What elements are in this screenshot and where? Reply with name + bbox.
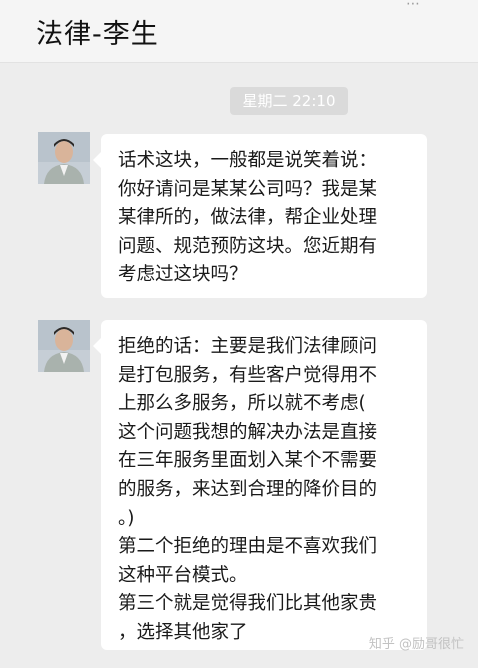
- message-line: 上那么多服务，所以就不考虑(: [118, 393, 366, 415]
- contact-avatar-icon: [38, 320, 90, 372]
- message-line: 的服务，来达到合理的降价目的: [118, 478, 378, 500]
- message-line: 这个问题我想的解决办法是直接: [118, 421, 378, 443]
- message-bubble: 拒绝的话：主要是我们法律顾问 是打包服务，有些客户觉得用不 上那么多服务，所以就…: [93, 320, 427, 650]
- contact-avatar[interactable]: [38, 132, 90, 184]
- chat-title: 法律-李生: [36, 19, 159, 50]
- contact-avatar[interactable]: [38, 320, 90, 372]
- more-dots-icon[interactable]: ⋯: [406, 0, 420, 12]
- message-line: 这种平台模式。: [118, 564, 248, 586]
- message-line: 你好请问是某某公司吗？我是某: [118, 178, 378, 200]
- message-line: 第三个就是觉得我们比其他家贵: [118, 593, 378, 615]
- watermark-text: 知乎 @励哥很忙: [368, 637, 464, 652]
- chat-header: 法律-李生 ⋯: [0, 0, 478, 63]
- message-line: 话术这块，一般都是说笑着说：: [118, 150, 378, 171]
- message-timestamp: 星期二 22:10: [230, 87, 348, 115]
- contact-avatar-icon: [38, 132, 90, 184]
- message-line: 问题、规范预防这块。您近期有: [118, 235, 378, 257]
- message-line: 某律所的，做法律，帮企业处理: [118, 207, 378, 229]
- message-line: 。): [118, 507, 135, 529]
- message-line: 拒绝的话：主要是我们法律顾问: [118, 336, 378, 357]
- message-bubble: 话术这块，一般都是说笑着说： 你好请问是某某公司吗？我是某 某律所的，做法律，帮…: [93, 134, 427, 298]
- message-line: 在三年服务里面划入某个不需要: [118, 450, 378, 472]
- message-line: 考虑过这块吗？: [118, 264, 248, 286]
- message-line: 是打包服务，有些客户觉得用不: [118, 364, 378, 386]
- message-line: 第二个拒绝的理由是不喜欢我们: [118, 536, 378, 558]
